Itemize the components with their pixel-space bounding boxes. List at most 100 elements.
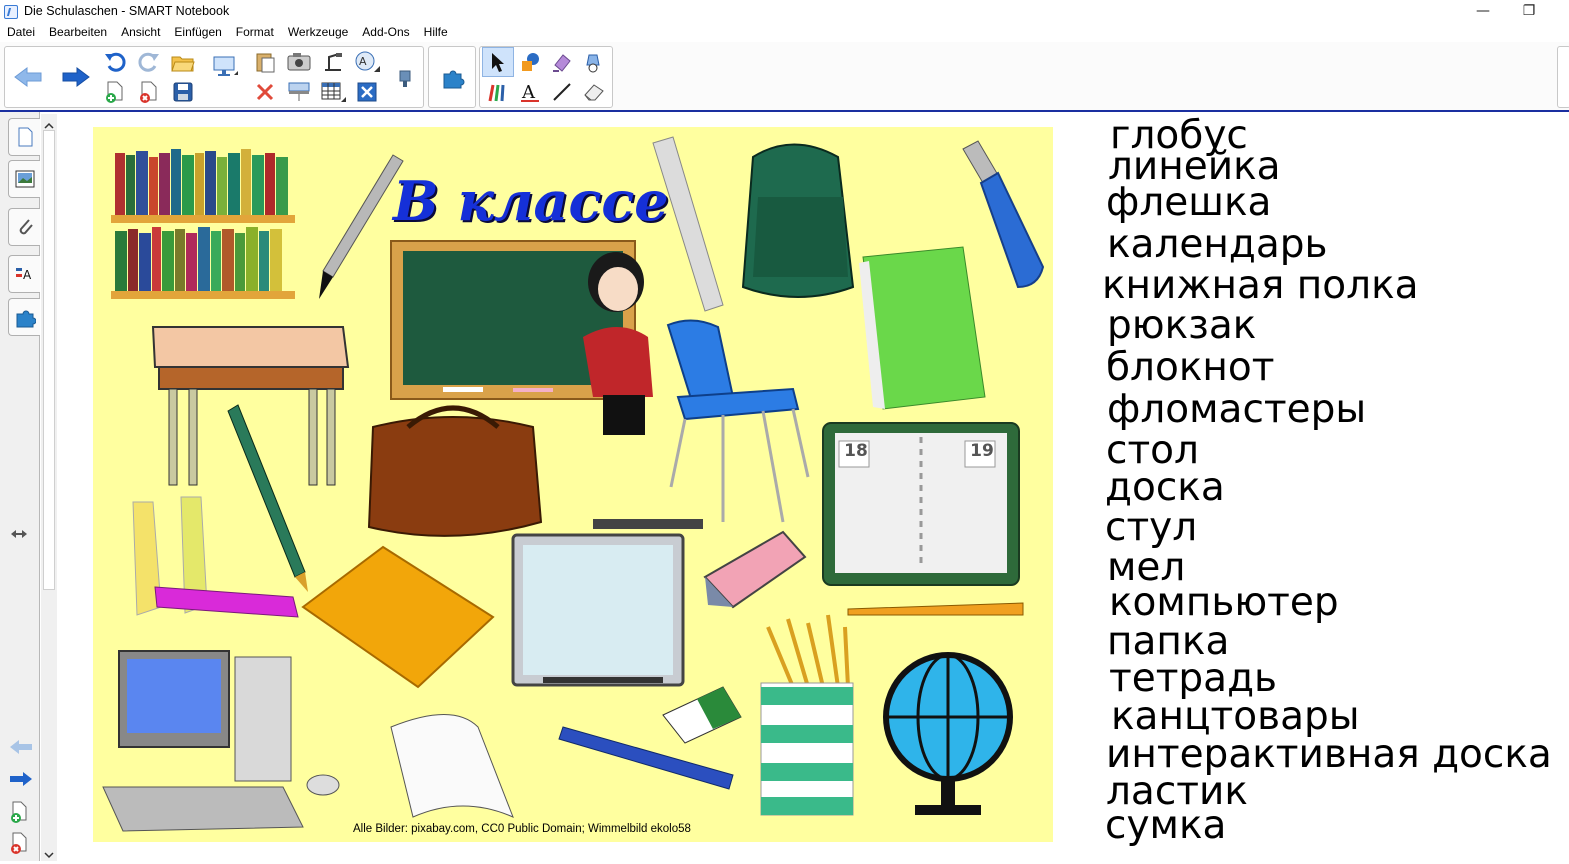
addon-tool-button[interactable] bbox=[389, 63, 421, 93]
screen-view-button[interactable] bbox=[209, 51, 241, 81]
shapes-tool-button[interactable] bbox=[514, 47, 546, 77]
forward-arrow-icon bbox=[10, 772, 32, 786]
menu-datei[interactable]: Datei bbox=[0, 24, 42, 42]
word-backpack[interactable]: рюкзак bbox=[1107, 306, 1256, 345]
add-page-icon bbox=[106, 81, 123, 103]
pens-icon bbox=[488, 84, 505, 102]
eraser-tool-button[interactable] bbox=[578, 77, 610, 107]
toolbar-overflow bbox=[1557, 46, 1569, 108]
page-sorter-icon bbox=[18, 127, 32, 147]
sidebar-delete-page-button[interactable] bbox=[8, 831, 34, 855]
teacher-picture bbox=[583, 252, 653, 435]
svg-text:A: A bbox=[23, 268, 32, 282]
back-arrow-icon bbox=[14, 67, 42, 87]
word-markers[interactable]: фломастеры bbox=[1107, 390, 1366, 429]
bag-picture bbox=[367, 405, 543, 537]
screen-shade-button[interactable] bbox=[283, 77, 315, 107]
addons-tab[interactable] bbox=[8, 298, 40, 336]
menu-format[interactable]: Format bbox=[229, 24, 281, 42]
gallery-tab[interactable] bbox=[8, 160, 40, 198]
delete-page-icon bbox=[11, 832, 27, 854]
next-page-button[interactable] bbox=[57, 59, 95, 95]
smart-notebook-app-icon bbox=[4, 5, 18, 19]
folder-picture bbox=[301, 545, 495, 689]
properties-icon: A bbox=[15, 268, 32, 282]
menu-add-ons[interactable]: Add-Ons bbox=[355, 24, 416, 42]
paperclip-icon bbox=[19, 219, 33, 235]
word-bag[interactable]: сумка bbox=[1105, 806, 1226, 845]
redo-button[interactable] bbox=[133, 47, 165, 77]
menu-einfuegen[interactable]: Einfügen bbox=[167, 24, 228, 42]
resize-sidebar-handle[interactable] bbox=[9, 526, 29, 542]
delete-page-button[interactable] bbox=[133, 77, 165, 107]
classroom-poster-image[interactable]: В классе 18 19 Alle Bilder: pixabay.com,… bbox=[93, 127, 1053, 842]
pencil-picture bbox=[847, 602, 1024, 616]
notepad-picture bbox=[859, 246, 986, 410]
text-tool-button[interactable]: A bbox=[514, 77, 546, 107]
spell-check-button[interactable]: A bbox=[351, 47, 383, 77]
save-button[interactable] bbox=[167, 77, 199, 107]
select-tool-button[interactable] bbox=[482, 47, 514, 77]
line-icon bbox=[553, 83, 571, 101]
add-page-button[interactable] bbox=[99, 77, 131, 107]
shapes-icon bbox=[522, 53, 539, 71]
calendar-day-right: 19 bbox=[970, 441, 994, 461]
sidebar-next-page-button[interactable] bbox=[8, 770, 34, 790]
sidebar-previous-page-button[interactable] bbox=[8, 738, 34, 758]
bookshelf-picture bbox=[111, 149, 295, 299]
calendar-day-left: 18 bbox=[844, 441, 868, 461]
word-calendar[interactable]: календарь bbox=[1107, 225, 1327, 264]
word-board[interactable]: доска bbox=[1105, 468, 1225, 507]
puzzle-icon bbox=[443, 70, 465, 89]
properties-tab[interactable]: A bbox=[8, 255, 40, 293]
menu-bearbeiten[interactable]: Bearbeiten bbox=[42, 24, 114, 42]
sidebar-add-page-button[interactable] bbox=[8, 800, 34, 824]
delete-button[interactable] bbox=[249, 77, 281, 107]
attachments-tab[interactable] bbox=[8, 208, 40, 246]
insert-table-button[interactable] bbox=[317, 77, 349, 107]
undo-button[interactable] bbox=[99, 47, 131, 77]
toolbar-addons-group bbox=[428, 46, 476, 108]
title-bar bbox=[0, 0, 1569, 24]
word-computer[interactable]: компьютер bbox=[1109, 583, 1339, 622]
word-flash-drive[interactable]: флешка bbox=[1106, 183, 1271, 222]
line-tool-button[interactable] bbox=[546, 77, 578, 107]
table-icon bbox=[321, 82, 346, 102]
restore-button[interactable]: ❐ bbox=[1506, 0, 1552, 24]
word-bookshelf[interactable]: книжная полка bbox=[1102, 266, 1419, 305]
document-camera-button[interactable] bbox=[317, 47, 349, 77]
backpack-picture bbox=[741, 143, 855, 298]
select-pointer-icon bbox=[492, 53, 504, 72]
full-screen-icon bbox=[357, 82, 377, 102]
pens-tool-button[interactable] bbox=[482, 77, 514, 107]
previous-page-button[interactable] bbox=[9, 59, 47, 95]
scroll-up-arrow[interactable] bbox=[44, 116, 54, 129]
toolbar: A A bbox=[0, 42, 1569, 112]
menu-werkzeuge[interactable]: Werkzeuge bbox=[281, 24, 355, 42]
fountain-pen-picture bbox=[227, 404, 308, 592]
double-arrow-icon bbox=[11, 530, 27, 538]
screen-capture-button[interactable] bbox=[283, 47, 315, 77]
image-credit: Alle Bilder: pixabay.com, CC0 Public Dom… bbox=[353, 823, 691, 835]
word-chair[interactable]: стул bbox=[1105, 508, 1197, 547]
add-ons-button[interactable] bbox=[437, 63, 469, 93]
page-sorter-tab[interactable] bbox=[8, 118, 40, 156]
text-icon: A bbox=[521, 82, 539, 103]
plugin-tool-icon bbox=[399, 70, 411, 87]
scroll-down-arrow[interactable] bbox=[44, 845, 54, 859]
full-screen-button[interactable] bbox=[351, 77, 383, 107]
sidebar: A bbox=[0, 112, 40, 861]
open-file-button[interactable] bbox=[167, 47, 199, 77]
menu-hilfe[interactable]: Hilfe bbox=[417, 24, 455, 42]
creative-pen-button[interactable] bbox=[546, 47, 578, 77]
word-stationery[interactable]: канцтовары bbox=[1111, 697, 1360, 736]
creative-pen-icon bbox=[553, 54, 571, 72]
word-notebook[interactable]: тетрадь bbox=[1109, 659, 1277, 698]
paste-button[interactable] bbox=[249, 47, 281, 77]
menu-ansicht[interactable]: Ansicht bbox=[114, 24, 167, 42]
scrollbar-thumb[interactable] bbox=[43, 130, 55, 590]
fill-tool-button[interactable] bbox=[578, 47, 610, 77]
word-notepad[interactable]: блокнот bbox=[1106, 348, 1274, 387]
minimize-button[interactable]: — bbox=[1460, 0, 1506, 24]
chevron-down-icon bbox=[44, 852, 54, 859]
